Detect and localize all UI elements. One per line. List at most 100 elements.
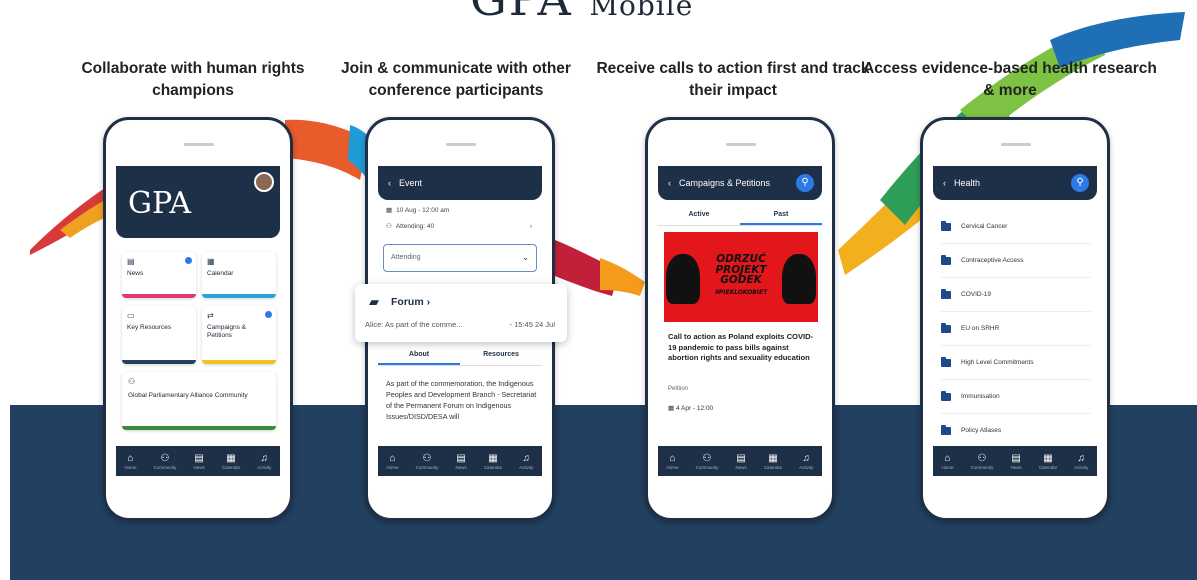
nav-news[interactable]: ▤ News [1010,453,1021,470]
nav-calendar[interactable]: ▦ Calendar [484,453,502,470]
bottom-nav: ⌂ Home ⚇ Community ▤ News ▦ Calendar ♫ Activi… [378,446,542,476]
nav-home[interactable]: ⌂ Home [125,453,137,470]
nav-activity[interactable]: ♫ Activity [257,453,271,470]
bell-icon: ♫ [522,452,531,464]
phone-speaker [184,143,214,146]
caption-join: Join & communicate with other conference… [341,60,571,99]
calendar-icon: ▦ [768,452,778,464]
tab-active[interactable]: Active [658,206,740,225]
list-item[interactable]: Policy Atlases [941,414,1091,448]
list-item[interactable]: COVID-19 [941,278,1091,312]
back-icon[interactable]: ‹ [943,178,946,188]
home-header: GPA [116,166,280,238]
news-icon: ▤ [194,452,204,464]
community-icon: ⚇ [422,452,432,464]
forum-message: Alice: As part of the comme... [365,320,463,329]
poster-tag: #PIEKLOKOBIET [714,288,768,296]
tile-label: Global Parliamentary Alliance Community [128,392,248,399]
folder-icon [941,254,951,265]
bottom-nav: ⌂ Home ⚇ Community ▤ News ▦ Calendar ♫ Activi… [116,446,280,476]
tile-news[interactable]: ▤ News [122,252,196,298]
attending-row[interactable]: ⚇ Attending: 40 › [386,222,536,231]
nav-news[interactable]: ▤ News [193,453,204,470]
nav-home[interactable]: ⌂ Home [942,453,954,470]
campaign-poster[interactable]: ODRZUĆ PROJEKT GODEK #PIEKLOKOBIET [664,232,818,322]
search-icon[interactable]: ⚲ [796,174,814,192]
nav-activity[interactable]: ♫ Activity [799,453,813,470]
back-icon[interactable]: ‹ [668,178,671,188]
tile-key-resources[interactable]: ▭ Key Resources [122,306,196,364]
home-screen: GPA ▤ News ▦ Calendar ▭ Key Resources ⇄ … [116,166,280,476]
campaigns-header: ‹ Campaigns & Petitions ⚲ [658,166,822,200]
brand-suffix: Mobile [589,0,694,22]
list-item[interactable]: Contraceptive Access [941,244,1091,278]
community-icon: ⚇ [977,452,987,464]
nav-news[interactable]: ▤ News [455,453,466,470]
phone-campaigns: ‹ Campaigns & Petitions ⚲ Active Past OD… [645,117,835,521]
home-icon: ⌂ [669,452,676,464]
news-icon: ▤ [456,452,466,464]
event-description: As part of the commemoration, the Indige… [386,379,537,421]
nav-community[interactable]: ⚇ Community [696,453,719,470]
calendar-icon: ▦ [668,405,676,412]
tile-label: Calendar [207,270,234,277]
health-screen: ‹ Health ⚲ Cervical Cancer Contraceptive… [933,166,1097,476]
phone-speaker [1001,143,1031,146]
calendar-icon: ▦ [488,452,498,464]
folder-icon [941,288,951,299]
chevron-down-icon: ⌄ [522,253,529,262]
silhouette-right [782,254,816,304]
arrows-icon: ⇄ [207,311,214,320]
back-icon[interactable]: ‹ [388,178,391,188]
tab-resources[interactable]: Resources [460,346,542,365]
silhouette-left [666,254,700,304]
tile-campaigns[interactable]: ⇄ Campaigns & Petitions [202,306,276,364]
folder-icon: ▭ [127,311,135,320]
tile-accent-bar [122,360,196,364]
calendar-icon: ▦ [386,207,393,214]
search-icon[interactable]: ⚲ [1071,174,1089,192]
tile-community[interactable]: ⚇ Global Parliamentary Alliance Communit… [122,372,276,430]
community-icon: ⚇ [160,452,170,464]
tile-accent-bar [202,360,276,364]
bottom-nav: ⌂ Home ⚇ Community ▤ News ▦ Calendar ♫ Activi… [933,446,1097,476]
attendance-dropdown[interactable]: Attending ⌄ [383,244,537,272]
nav-news[interactable]: ▤ News [735,453,746,470]
nav-activity[interactable]: ♫ Activity [519,453,533,470]
community-icon: ⚇ [128,377,136,386]
event-tabs: About Resources [378,346,542,366]
nav-community[interactable]: ⚇ Community [971,453,994,470]
avatar[interactable] [254,172,274,192]
nav-community[interactable]: ⚇ Community [416,453,439,470]
tab-about[interactable]: About [378,346,460,365]
brand-letters: GPA [470,0,573,26]
list-item[interactable]: Cervical Cancer [941,210,1091,244]
folder-icon [941,390,951,401]
phone-home: GPA ▤ News ▦ Calendar ▭ Key Resources ⇄ … [103,117,293,521]
health-header: ‹ Health ⚲ [933,166,1097,200]
nav-calendar[interactable]: ▦ Calendar [764,453,782,470]
list-item[interactable]: High Level Commitments [941,346,1091,380]
nav-home[interactable]: ⌂ Home [387,453,399,470]
tile-accent-bar [122,294,196,298]
forum-title: Forum › [391,296,431,308]
tile-calendar[interactable]: ▦ Calendar [202,252,276,298]
tile-accent-bar [122,426,276,430]
list-item[interactable]: Immunisation [941,380,1091,414]
chevron-right-icon: › [529,222,532,230]
nav-activity[interactable]: ♫ Activity [1074,453,1088,470]
nav-calendar[interactable]: ▦ Calendar [1039,453,1057,470]
folder-icon [941,220,951,231]
news-icon: ▤ [736,452,746,464]
tab-past[interactable]: Past [740,206,822,225]
tile-label: News [127,270,144,277]
nav-home[interactable]: ⌂ Home [667,453,679,470]
list-item[interactable]: EU on SRHR [941,312,1091,346]
nav-calendar[interactable]: ▦ Calendar [222,453,240,470]
nav-community[interactable]: ⚇ Community [154,453,177,470]
forum-card[interactable]: ▰ Forum › Alice: As part of the comme...… [355,284,567,342]
news-icon: ▤ [127,257,135,266]
event-date-row: ▦ 10 Aug - 12:00 am [386,206,536,215]
gpa-logo: GPA [128,186,192,221]
caption-collaborate: Collaborate with human rights champions [81,60,305,99]
